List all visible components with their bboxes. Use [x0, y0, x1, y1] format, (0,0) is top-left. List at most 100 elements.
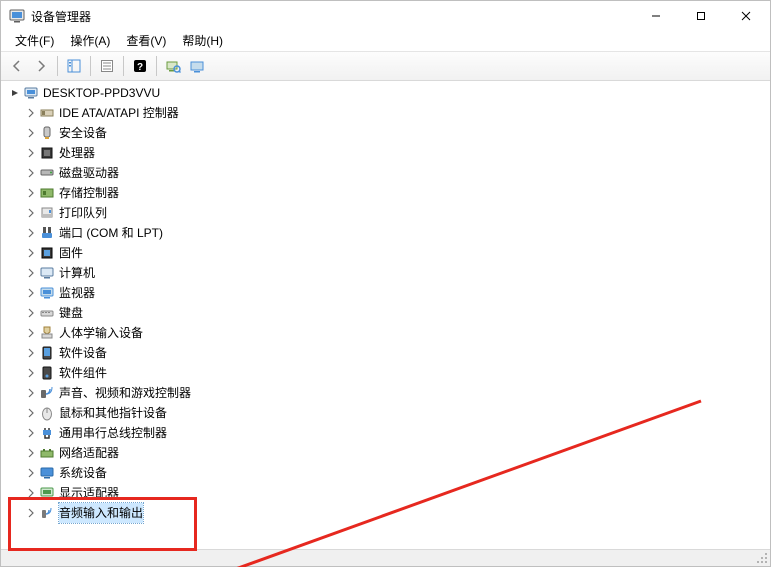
window-title: 设备管理器: [31, 8, 91, 25]
tree-item-system-devices[interactable]: 系统设备: [1, 463, 770, 483]
audio-io-icon: [39, 505, 55, 521]
tree-item-software-devices[interactable]: 软件设备: [1, 343, 770, 363]
storage-controllers-icon: [39, 185, 55, 201]
tree-root-row[interactable]: DESKTOP-PPD3VVU: [1, 83, 770, 103]
menu-view[interactable]: 查看(V): [118, 31, 174, 51]
close-button[interactable]: [723, 2, 768, 30]
tree-item-label: 显示适配器: [59, 483, 119, 503]
titlebar[interactable]: 设备管理器: [1, 1, 770, 31]
monitors-icon: [39, 285, 55, 301]
expander-closed-icon[interactable]: [25, 307, 37, 319]
expander-closed-icon[interactable]: [25, 207, 37, 219]
tree-item-label: 系统设备: [59, 463, 107, 483]
tree-item-sound-video-game[interactable]: 声音、视频和游戏控制器: [1, 383, 770, 403]
expander-closed-icon[interactable]: [25, 327, 37, 339]
software-components-icon: [39, 365, 55, 381]
expander-closed-icon[interactable]: [25, 267, 37, 279]
tree-item-display-adapters[interactable]: 显示适配器: [1, 483, 770, 503]
expander-closed-icon[interactable]: [25, 447, 37, 459]
tree-item-storage-controllers[interactable]: 存储控制器: [1, 183, 770, 203]
network-adapters-icon: [39, 445, 55, 461]
tree-item-monitors[interactable]: 监视器: [1, 283, 770, 303]
resize-grip-icon[interactable]: [754, 550, 770, 566]
properties-button[interactable]: [95, 55, 118, 77]
usb-controllers-icon: [39, 425, 55, 441]
tree-item-label: 网络适配器: [59, 443, 119, 463]
tree-item-software-components[interactable]: 软件组件: [1, 363, 770, 383]
expander-closed-icon[interactable]: [25, 167, 37, 179]
tree-item-label: 软件组件: [59, 363, 107, 383]
tree-item-label: 计算机: [59, 263, 95, 283]
minimize-button[interactable]: [633, 2, 678, 30]
tree-item-label: IDE ATA/ATAPI 控制器: [59, 103, 179, 123]
expander-closed-icon[interactable]: [25, 187, 37, 199]
expander-open-icon[interactable]: [9, 87, 21, 99]
forward-button[interactable]: [29, 55, 52, 77]
tree-item-security-devices[interactable]: 安全设备: [1, 123, 770, 143]
menu-help[interactable]: 帮助(H): [174, 31, 231, 51]
tree-item-label: 固件: [59, 243, 83, 263]
expander-closed-icon[interactable]: [25, 367, 37, 379]
device-manager-icon: [9, 8, 25, 24]
tree-item-hid[interactable]: 人体学输入设备: [1, 323, 770, 343]
tree-item-computer[interactable]: 计算机: [1, 263, 770, 283]
tree-item-usb-controllers[interactable]: 通用串行总线控制器: [1, 423, 770, 443]
expander-closed-icon[interactable]: [25, 347, 37, 359]
expander-closed-icon[interactable]: [25, 427, 37, 439]
expander-closed-icon[interactable]: [25, 407, 37, 419]
expander-closed-icon[interactable]: [25, 487, 37, 499]
tree-item-ide-ata-atapi[interactable]: IDE ATA/ATAPI 控制器: [1, 103, 770, 123]
tree-item-label: 软件设备: [59, 343, 107, 363]
tree-item-ports-com-lpt[interactable]: 端口 (COM 和 LPT): [1, 223, 770, 243]
add-legacy-hardware-button[interactable]: [185, 55, 208, 77]
statusbar: [1, 549, 770, 566]
tree-item-label: 声音、视频和游戏控制器: [59, 383, 191, 403]
expander-closed-icon[interactable]: [25, 467, 37, 479]
tree-item-audio-io[interactable]: 音频输入和输出: [1, 503, 770, 523]
tree-item-network-adapters[interactable]: 网络适配器: [1, 443, 770, 463]
expander-closed-icon[interactable]: [25, 287, 37, 299]
display-adapters-icon: [39, 485, 55, 501]
security-devices-icon: [39, 125, 55, 141]
expander-closed-icon[interactable]: [25, 247, 37, 259]
scan-hardware-button[interactable]: [161, 55, 184, 77]
expander-closed-icon[interactable]: [25, 507, 37, 519]
tree-item-disk-drives[interactable]: 磁盘驱动器: [1, 163, 770, 183]
tree-item-processors[interactable]: 处理器: [1, 143, 770, 163]
tree-area[interactable]: DESKTOP-PPD3VVU IDE ATA/ATAPI 控制器安全设备处理器…: [1, 81, 770, 550]
device-tree: DESKTOP-PPD3VVU IDE ATA/ATAPI 控制器安全设备处理器…: [1, 81, 770, 523]
software-devices-icon: [39, 345, 55, 361]
maximize-button[interactable]: [678, 2, 723, 30]
menu-action[interactable]: 操作(A): [62, 31, 118, 51]
tree-item-label: 键盘: [59, 303, 83, 323]
tree-item-keyboards[interactable]: 键盘: [1, 303, 770, 323]
expander-closed-icon[interactable]: [25, 147, 37, 159]
back-button[interactable]: [5, 55, 28, 77]
help-button[interactable]: ?: [128, 55, 151, 77]
tree-item-mice-pointing[interactable]: 鼠标和其他指针设备: [1, 403, 770, 423]
expander-closed-icon[interactable]: [25, 107, 37, 119]
window-root: 设备管理器 文件(F) 操作(A) 查看(V) 帮助(H): [0, 0, 771, 567]
tree-item-label: 鼠标和其他指针设备: [59, 403, 167, 423]
tree-item-label: 通用串行总线控制器: [59, 423, 167, 443]
tree-item-print-queues[interactable]: 打印队列: [1, 203, 770, 223]
expander-closed-icon[interactable]: [25, 227, 37, 239]
mice-pointing-icon: [39, 405, 55, 421]
tree-item-label: 安全设备: [59, 123, 107, 143]
tree-item-label: 监视器: [59, 283, 95, 303]
expander-closed-icon[interactable]: [25, 387, 37, 399]
computer-icon: [23, 85, 39, 101]
print-queues-icon: [39, 205, 55, 221]
svg-text:?: ?: [136, 62, 142, 73]
show-hide-tree-button[interactable]: [62, 55, 85, 77]
tree-item-firmware[interactable]: 固件: [1, 243, 770, 263]
expander-closed-icon[interactable]: [25, 127, 37, 139]
ports-com-lpt-icon: [39, 225, 55, 241]
firmware-icon: [39, 245, 55, 261]
tree-item-label: 人体学输入设备: [59, 323, 143, 343]
tree-item-label: 端口 (COM 和 LPT): [59, 223, 163, 243]
toolbar: ?: [1, 51, 770, 81]
menu-file[interactable]: 文件(F): [7, 31, 62, 51]
tree-item-label: 音频输入和输出: [59, 503, 143, 523]
hid-icon: [39, 325, 55, 341]
